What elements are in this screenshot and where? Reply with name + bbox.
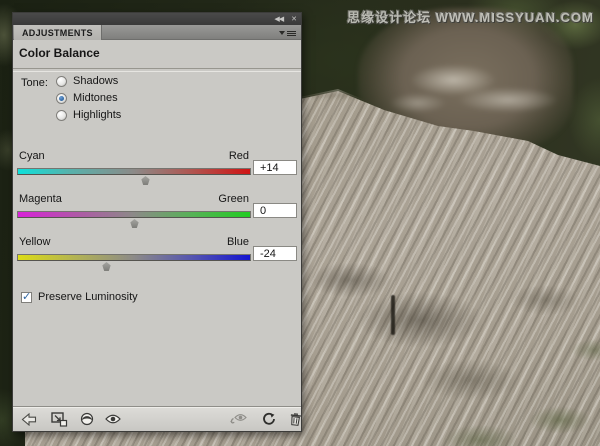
delete-trash-icon[interactable] [285,411,305,427]
radio-midtones-icon[interactable] [56,92,67,104]
radio-highlights-icon[interactable] [56,109,67,121]
tone-label: Tone: [21,77,48,89]
panel-toolbar [13,406,301,431]
collapse-panel-icon[interactable]: ◀◀ [274,16,284,23]
preserve-luminosity-row[interactable]: ✓ Preserve Luminosity [21,291,138,303]
panel-tabbar: ADJUSTMENTS [13,25,301,40]
reset-icon[interactable] [259,411,279,427]
yellow-blue-value-field[interactable]: -24 [253,246,297,261]
radio-shadows[interactable]: Shadows [56,75,118,87]
slider-red-label: Red [228,150,249,162]
menu-triangle-icon [279,31,285,35]
slider-yellow-label: Yellow [19,236,51,248]
magenta-green-value-field[interactable]: 0 [253,203,297,218]
adjustments-panel: ◀◀ ✕ ADJUSTMENTS Color Balance Tone: Sha… [12,12,302,432]
slider-magenta-label: Magenta [19,193,62,205]
radio-shadows-label: Shadows [73,75,119,87]
visibility-eye-icon[interactable] [103,411,123,427]
preserve-luminosity-label: Preserve Luminosity [38,291,138,303]
back-arrow-icon[interactable] [19,411,39,427]
page-title: Color Balance [19,46,100,60]
slider-blue-label: Blue [226,236,249,248]
radio-shadows-icon[interactable] [56,75,67,87]
yellow-blue-slider-thumb[interactable] [102,262,111,271]
cyan-red-slider-track[interactable] [17,168,251,175]
slider-green-label: Green [218,193,249,205]
magenta-green-slider-thumb[interactable] [130,219,139,228]
screenshot: 思缘设计论坛 WWW.MISSYUAN.COM ◀◀ ✕ ADJUSTMENTS… [0,0,600,446]
close-panel-icon[interactable]: ✕ [291,16,297,23]
yellow-blue-slider-track[interactable] [17,254,251,261]
radio-midtones-label: Midtones [73,92,118,104]
panel-titlebar: ◀◀ ✕ [13,13,301,25]
radio-midtones[interactable]: Midtones [56,92,118,104]
watermark-text: 思缘设计论坛 WWW.MISSYUAN.COM [347,10,594,25]
radio-highlights[interactable]: Highlights [56,109,121,121]
previous-state-eye-icon[interactable] [229,411,249,427]
cyan-red-value-field[interactable]: +14 [253,160,297,175]
divider [13,68,301,72]
expanded-view-icon[interactable] [49,411,69,427]
slider-cyan-label: Cyan [19,150,45,162]
tab-adjustments[interactable]: ADJUSTMENTS [14,25,102,40]
preserve-luminosity-checkbox[interactable]: ✓ [21,291,32,303]
panel-menu-icon[interactable] [279,28,297,38]
background-photo-detail [391,295,395,335]
radio-highlights-label: Highlights [73,109,122,121]
magenta-green-slider-track[interactable] [17,211,251,218]
menu-lines-icon [287,30,296,36]
cyan-red-slider-thumb[interactable] [141,176,150,185]
clip-to-layer-icon[interactable] [77,411,97,427]
